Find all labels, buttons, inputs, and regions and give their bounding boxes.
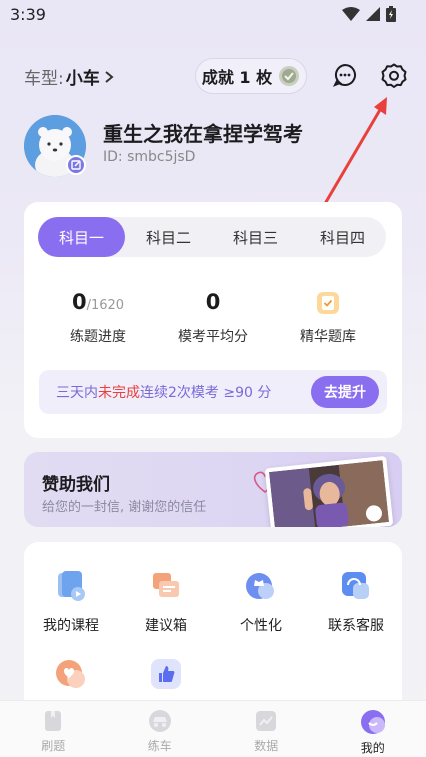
promo-text-before: 三天内	[56, 385, 98, 401]
tool-label: 我的课程	[43, 618, 99, 634]
improvement-promo: 三天内 未完成 连续2次模考 ≥90 分 去提升	[39, 370, 387, 414]
status-time: 3:39	[10, 5, 46, 24]
tool-item-5[interactable]	[31, 657, 111, 691]
chevron-right-icon	[105, 70, 114, 83]
course-icon	[54, 569, 88, 603]
sponsor-banner[interactable]: 赞助我们 给您的一封信, 谢谢您的信任	[24, 452, 402, 527]
progress-label: 练题进度	[70, 329, 126, 345]
question-bank-label: 精华题库	[300, 329, 356, 345]
car-type-value: 小车	[65, 69, 100, 89]
practice-progress-stat[interactable]: 0/1620 练题进度	[38, 290, 158, 346]
tool-item-6[interactable]	[126, 657, 206, 691]
chart-icon	[256, 711, 277, 731]
study-stats-card: 科目一 科目二 科目三 科目四 0/1620 练题进度 0 模考平均分 精华题库…	[24, 202, 402, 438]
achievement-label: 成就 1 枚	[201, 68, 273, 87]
medal-icon	[279, 66, 300, 86]
tool-label: 建议箱	[145, 618, 187, 634]
tool-label: 联系客服	[328, 618, 384, 634]
nav-mine[interactable]: 我的	[320, 701, 426, 757]
question-bank-stat[interactable]: 精华题库	[268, 290, 388, 346]
customer-service-icon	[339, 569, 373, 603]
nav-driving[interactable]: 练车	[107, 701, 214, 757]
car-icon	[148, 710, 171, 732]
average-score-label: 模考平均分	[178, 329, 248, 345]
nav-data[interactable]: 数据	[213, 701, 320, 757]
wifi-icon	[342, 7, 360, 21]
clipboard-check-icon	[317, 292, 339, 314]
annotation-arrow	[324, 97, 387, 204]
promo-text-highlight: 未完成	[98, 385, 140, 401]
status-icons	[342, 6, 396, 22]
tab-subject-1[interactable]: 科目一	[38, 217, 125, 257]
nav-label: 我的	[360, 741, 385, 755]
tool-customer-service[interactable]: 联系客服	[316, 569, 396, 635]
nav-label: 练车	[147, 739, 172, 753]
car-type-selector[interactable]: 车型: 小车	[24, 64, 116, 89]
sponsor-subtitle: 给您的一封信, 谢谢您的信任	[42, 500, 207, 515]
username: 重生之我在拿捏学驾考	[103, 122, 303, 146]
progress-total: /1620	[86, 298, 125, 313]
tool-label: 个性化	[240, 618, 282, 634]
settings-gear-icon[interactable]	[381, 63, 407, 89]
character-illustration-icon	[269, 460, 389, 527]
tool-personalize[interactable]: 个性化	[221, 569, 301, 635]
promo-text-after: 连续2次模考 ≥90 分	[140, 385, 272, 401]
thumbs-up-icon	[149, 657, 183, 691]
heart-hand-icon	[54, 657, 88, 691]
suggestion-icon	[149, 569, 183, 603]
tool-suggestion-box[interactable]: 建议箱	[126, 569, 206, 635]
message-icon[interactable]	[333, 63, 357, 87]
tab-subject-2[interactable]: 科目二	[125, 217, 212, 257]
nav-label: 数据	[254, 739, 279, 753]
average-score-stat[interactable]: 0 模考平均分	[153, 290, 273, 346]
practice-icon	[45, 711, 62, 731]
sponsor-character-image	[264, 455, 394, 527]
subject-tabs: 科目一 科目二 科目三 科目四	[38, 217, 386, 257]
signal-icon	[366, 7, 380, 21]
profile-smile-icon	[360, 710, 385, 734]
tab-subject-4[interactable]: 科目四	[299, 217, 386, 257]
achievement-button[interactable]: 成就 1 枚	[195, 58, 307, 94]
average-score: 0	[205, 290, 221, 314]
edit-avatar-icon[interactable]	[66, 155, 86, 175]
tool-my-courses[interactable]: 我的课程	[31, 569, 111, 635]
sponsor-title: 赞助我们	[42, 475, 110, 495]
personalize-icon	[244, 569, 278, 603]
nav-practice[interactable]: 刷题	[0, 701, 107, 757]
tab-subject-3[interactable]: 科目三	[212, 217, 299, 257]
bottom-navigation: 刷题 练车 数据 我的	[0, 700, 426, 757]
user-id: ID: smbc5jsD	[103, 149, 196, 165]
improve-button[interactable]: 去提升	[311, 376, 379, 408]
car-type-label: 车型:	[24, 69, 64, 89]
battery-icon	[386, 6, 396, 22]
progress-done: 0	[71, 290, 87, 314]
nav-label: 刷题	[41, 739, 66, 753]
